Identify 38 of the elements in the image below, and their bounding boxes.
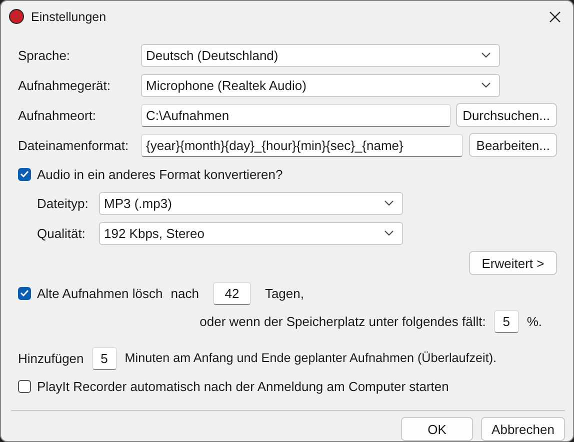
dropdown[interactable]: Microphone (Realtek Audio) [141,74,500,96]
field-label: oder wenn der Speicherplatz unter folgendes fällt: [200,314,486,328]
dropdown[interactable]: Deutsch (Deutschland) [141,44,500,66]
browse-button[interactable]: Bearbeiten... [469,133,557,157]
cancel-button[interactable]: Abbrechen [481,417,565,441]
dropdown[interactable]: MP3 (.mp3) [99,192,403,214]
text-field[interactable]: {year}{month}{day}_{hour}{min}{sec}_{name} [141,134,463,156]
checkbox-label[interactable]: Audio in ein anderes Format konvertieren? [37,166,283,182]
chevron-down-icon [481,82,491,88]
advanced-button[interactable]: Erweitert > [469,251,557,275]
checkbox[interactable] [18,380,31,392]
chevron-down-icon [384,230,394,236]
checkbox-label[interactable]: PlayIt Recorder automatisch nach der Anmeldung am Computer starten [37,378,449,394]
dropdown[interactable]: 192 Kbps, Stereo [99,222,403,244]
browse-button[interactable]: Durchsuchen... [456,103,557,127]
field-label: Aufnahmegerät: [18,78,112,92]
record-icon [9,9,24,24]
field-label: Dateityp: [37,196,90,210]
minutes-field[interactable]: 5 [92,346,117,370]
field-label: nach [170,286,199,300]
checkbox-label[interactable]: Alte Aufnahmen lösch [37,286,163,300]
unit-label: %. [526,314,542,328]
field-label: Qualität: [37,226,86,240]
checkbox[interactable] [18,286,31,300]
unit-label: Tagen, [264,286,304,300]
percent-field[interactable]: 5 [494,310,519,332]
chevron-down-icon [481,52,491,58]
field-label: Minuten am Anfang und Ende geplanter Aufnahmen (Überlaufzeit). [124,351,497,365]
field-label: Dateinamenformat: [18,138,130,152]
field-label: Aufnahmeort: [18,108,98,122]
window-title: Einstellungen [31,10,108,24]
chevron-down-icon [384,200,394,206]
field-label: Sprache: [18,48,72,62]
field-label: Hinzufügen [18,350,84,366]
ok-button[interactable]: OK [401,417,473,441]
checkbox[interactable] [18,168,31,180]
days-field[interactable]: 42 [212,282,251,304]
text-field[interactable]: C:\Aufnahmen [141,104,451,126]
